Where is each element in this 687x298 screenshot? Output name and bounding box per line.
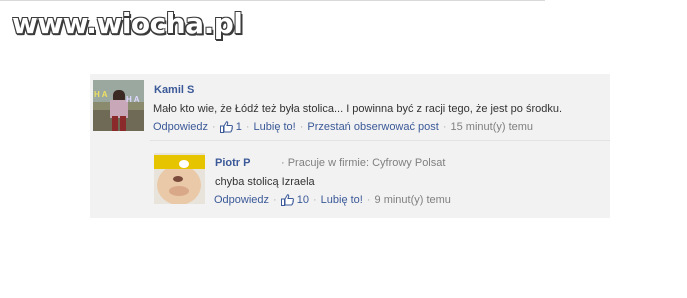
author-workplace: · Pracuje w firmie: Cyfrowy Polsat xyxy=(281,157,446,169)
separator-dot: · xyxy=(366,194,371,206)
comment-thread: H A H A Kamil S Mało kto wie, że Łódź te… xyxy=(90,74,610,218)
separator-dot: · xyxy=(312,194,317,206)
separator-dot: · xyxy=(442,121,447,133)
avatar-kamil-overlay-left: H A xyxy=(94,90,108,99)
top-divider xyxy=(0,0,545,1)
unfollow-post-link[interactable]: Przestań obserwować post xyxy=(307,121,438,133)
avatar-kamil[interactable]: H A H A xyxy=(93,80,144,131)
reply-link[interactable]: Odpowiedz xyxy=(214,194,269,206)
comment-text-piotr: chyba stolicą Izraela xyxy=(215,176,315,188)
avatar-kamil-overlay-right: H A xyxy=(126,95,140,104)
site-watermark: www.wiocha.pl xyxy=(12,7,243,40)
like-thumb-icon[interactable] xyxy=(280,194,294,206)
separator-dot: · xyxy=(245,121,250,133)
like-count[interactable]: 1 xyxy=(236,121,242,133)
comment-piotr: Piotr P · Pracuje w firmie: Cyfrowy Pols… xyxy=(150,140,610,218)
like-thumb-icon[interactable] xyxy=(219,121,233,133)
like-link[interactable]: Lubię to! xyxy=(321,194,363,206)
separator-dot: · xyxy=(299,121,304,133)
like-link[interactable]: Lubię to! xyxy=(254,121,296,133)
avatar-kamil-image xyxy=(93,80,144,131)
comment-author-kamil[interactable]: Kamil S xyxy=(154,84,194,96)
comment-actions-piotr: Odpowiedz · 10 · Lubię to! · 9 minut(y) … xyxy=(214,194,451,206)
comment-actions-kamil: Odpowiedz · 1 · Lubię to! · Przestań obs… xyxy=(153,121,533,133)
avatar-piotr-image xyxy=(154,153,205,204)
reply-link[interactable]: Odpowiedz xyxy=(153,121,208,133)
separator-dot: · xyxy=(212,121,216,133)
comment-text-kamil: Mało kto wie, że Łódź też była stolica..… xyxy=(153,103,563,115)
comment-timestamp[interactable]: 9 minut(y) temu xyxy=(375,194,451,206)
like-count[interactable]: 10 xyxy=(297,194,309,206)
comment-author-piotr[interactable]: Piotr P xyxy=(215,157,250,169)
comment-kamil: H A H A Kamil S Mało kto wie, że Łódź te… xyxy=(90,74,610,140)
separator-dot: · xyxy=(273,194,277,206)
avatar-piotr[interactable] xyxy=(154,153,205,204)
comment-timestamp[interactable]: 15 minut(y) temu xyxy=(451,121,534,133)
